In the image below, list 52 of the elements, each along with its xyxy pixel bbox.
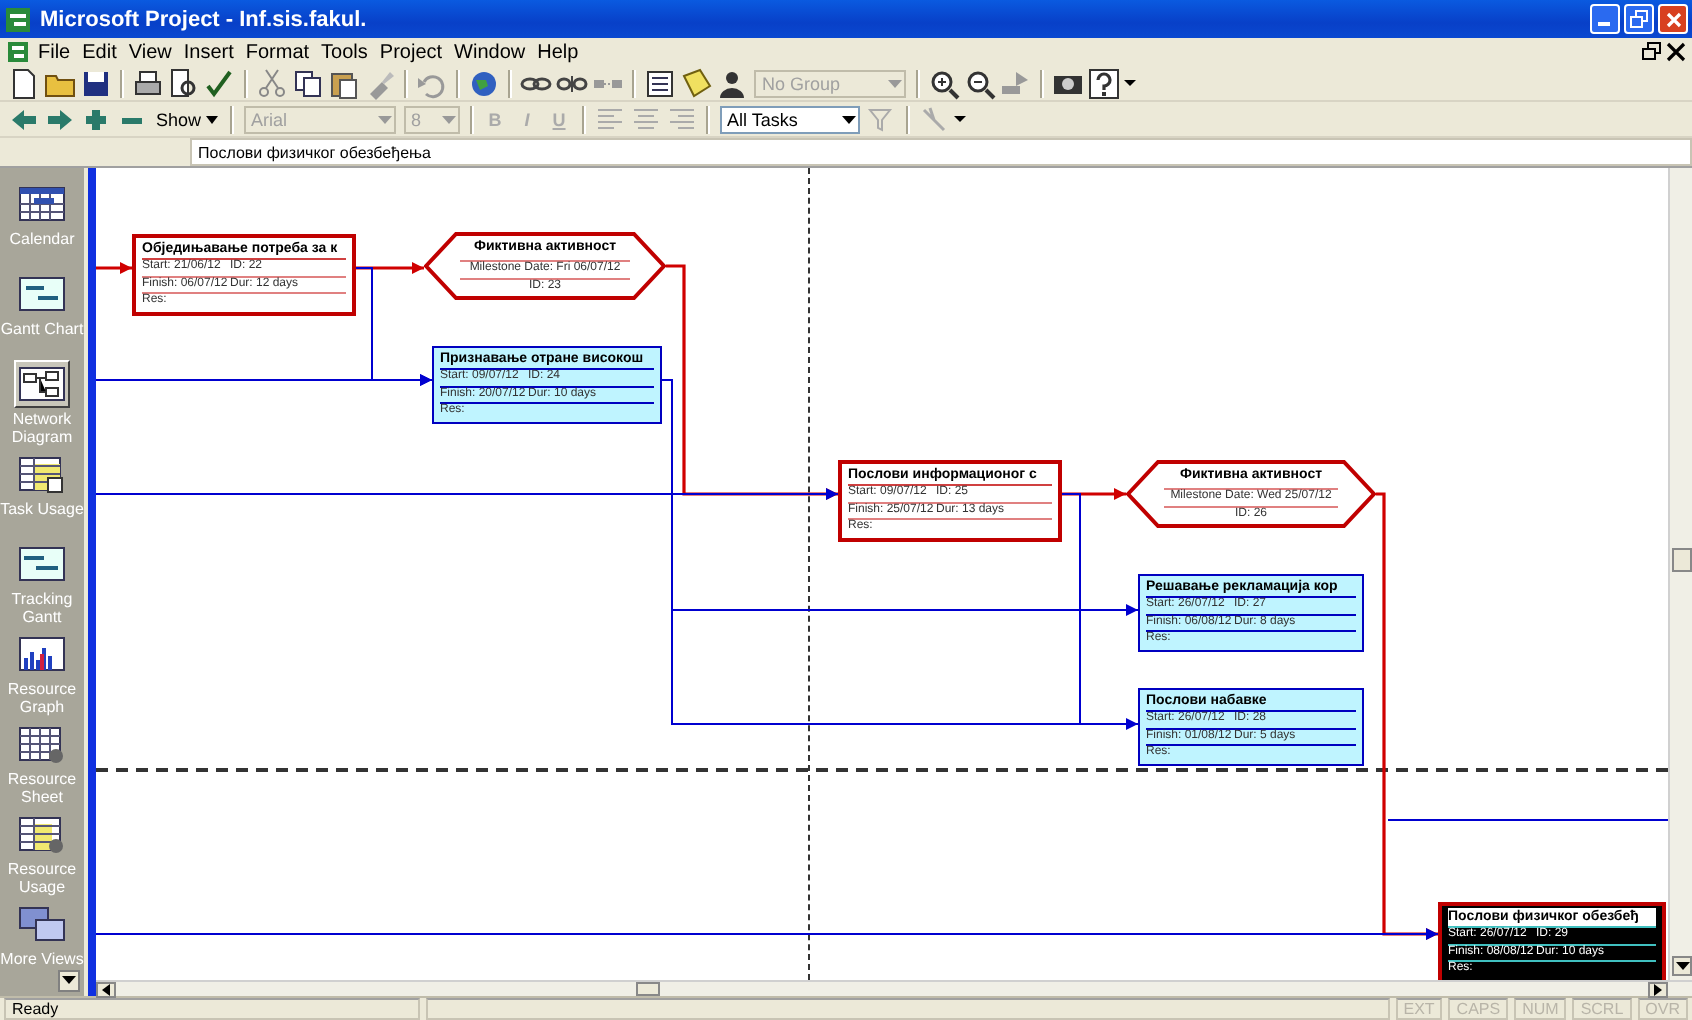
check-mark-icon[interactable] — [204, 67, 236, 99]
app-icon — [4, 5, 32, 33]
help-icon[interactable] — [1088, 67, 1120, 99]
close-icon[interactable] — [1666, 42, 1686, 62]
close-icon — [1665, 11, 1681, 27]
table-icon — [18, 814, 66, 854]
menu-item[interactable]: Project — [373, 41, 449, 63]
menu-item[interactable]: Window — [448, 41, 532, 63]
bar-chart-icon — [18, 634, 66, 674]
list-icon[interactable] — [644, 67, 676, 99]
show-button[interactable]: Show — [150, 109, 224, 129]
zoom-out-icon[interactable] — [964, 67, 996, 99]
scroll-down-button[interactable] — [58, 970, 80, 992]
menu-item[interactable]: Format — [239, 41, 316, 63]
zoom-in-icon[interactable] — [928, 67, 960, 99]
table-icon — [18, 454, 66, 494]
network-diagram-icon — [18, 364, 66, 404]
caret-icon — [205, 113, 218, 125]
print-preview-icon[interactable] — [168, 67, 200, 99]
table-icon — [18, 724, 66, 764]
caret-icon — [101, 984, 111, 996]
scroll-right-button[interactable] — [1648, 982, 1668, 998]
caret-icon — [1653, 984, 1663, 996]
menu-item[interactable]: View — [122, 41, 178, 63]
menu-item[interactable]: File — [32, 41, 77, 63]
caret-icon — [62, 976, 76, 986]
person-icon[interactable] — [716, 67, 748, 99]
filter-dropdown[interactable]: All Tasks — [719, 105, 860, 133]
scroll-left-button[interactable] — [96, 982, 116, 998]
app-icon[interactable] — [6, 40, 30, 64]
status-message: Ready — [4, 998, 420, 1020]
scroll-thumb[interactable] — [636, 982, 660, 996]
menu-item[interactable]: Insert — [177, 41, 240, 63]
menu-item[interactable]: Tools — [315, 41, 374, 63]
menu-item[interactable]: Help — [531, 41, 585, 63]
menu-item[interactable]: Edit — [76, 41, 123, 63]
scroll-down-button[interactable] — [1672, 956, 1692, 976]
windows-icon — [18, 904, 66, 944]
gantt-chart-icon — [18, 274, 66, 314]
minimize-button[interactable] — [1590, 4, 1620, 34]
close-button[interactable] — [1658, 4, 1688, 34]
clipboard-icon[interactable] — [328, 67, 360, 99]
window-title: Microsoft Project - Inf.sis.fakul. — [40, 7, 369, 31]
calendar-icon — [18, 184, 66, 224]
connector-line — [96, 262, 132, 274]
scroll-thumb[interactable] — [1672, 548, 1692, 572]
restore-button[interactable] — [1624, 4, 1654, 34]
entry-field[interactable]: Послови физичког обезбеђења — [190, 138, 1692, 166]
copy-icon[interactable] — [292, 67, 324, 99]
printer-icon[interactable] — [132, 67, 164, 99]
gantt-chart-icon — [18, 544, 66, 584]
globe-icon[interactable] — [468, 67, 500, 99]
